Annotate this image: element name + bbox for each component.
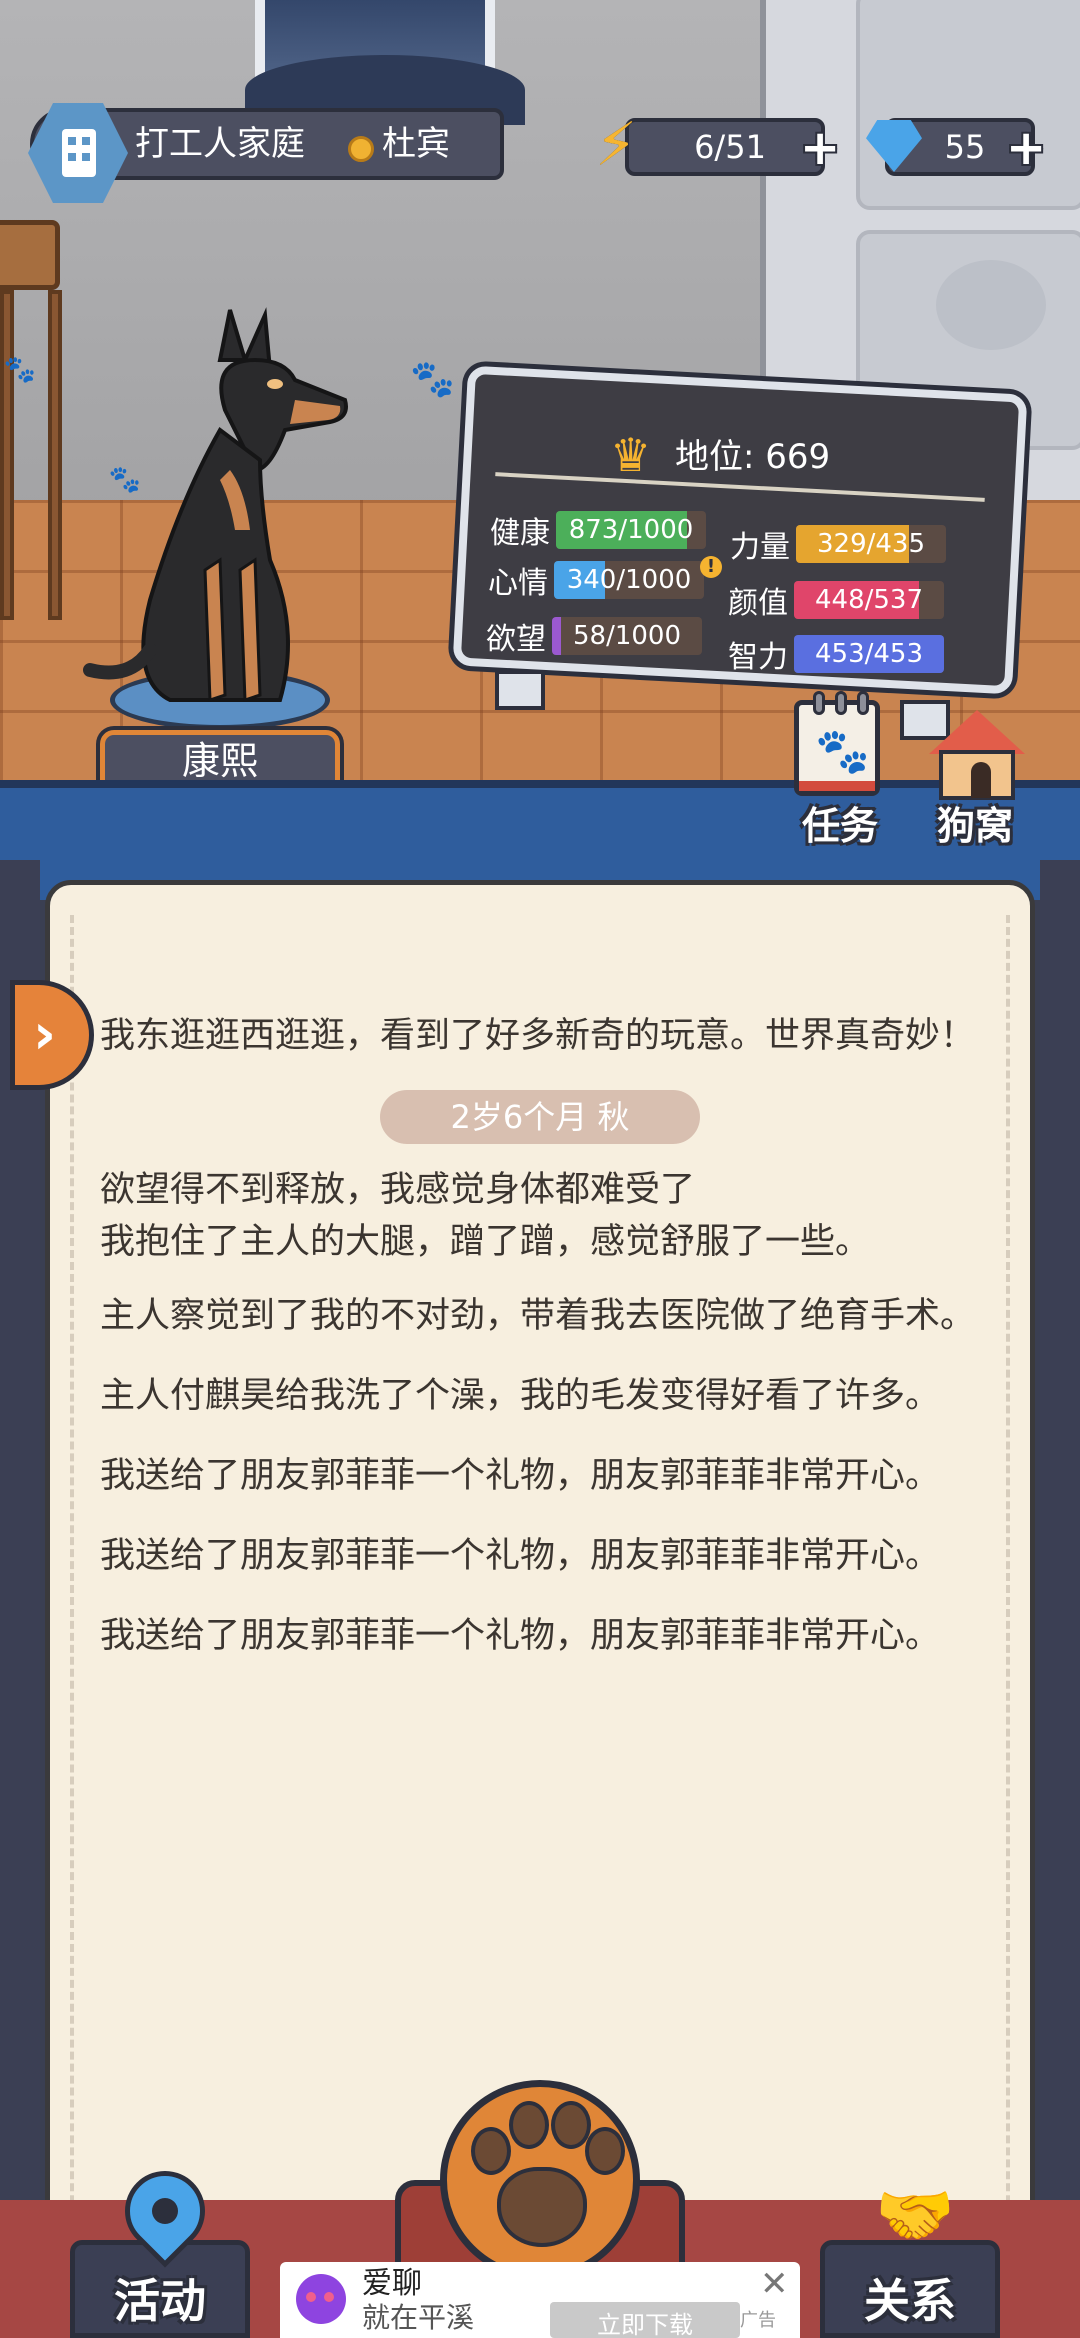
stat-value: 58/1000 [572,621,681,651]
handshake-icon: 🤝 [875,2179,955,2253]
stat-health: 健康 873/1000 [490,508,706,552]
stat-bar: 340/1000 [554,561,704,599]
stat-value: 453/453 [814,639,923,669]
chevron-right-icon: › [33,1002,57,1067]
stat-value: 329/435 [816,529,925,559]
add-energy-button[interactable]: + [800,124,840,172]
stat-value: 448/537 [814,585,923,615]
stat-label: 欲望 [486,622,546,657]
gem-value: 55 [944,128,986,166]
stat-bar: 329/435 [796,525,946,563]
diary-entries: 我东逛逛西逛逛，看到了好多新奇的玩意。世界真奇妙！ 2岁6个月 秋 欲望得不到释… [100,1010,980,1690]
age-badge: 2岁6个月 秋 [380,1090,700,1144]
ad-subtitle: 就在平溪 [362,2301,475,2334]
task-button[interactable]: 🐾 任务 [780,691,900,850]
stat-desire: 欲望 58/1000 [486,614,702,658]
nav-activity[interactable]: 活动 [70,2154,250,2338]
paw-icon [471,2127,511,2175]
diary-entry: 主人察觉到了我的不对劲，带着我去医院做了绝育手术。 [100,1296,976,1336]
stat-strength: 力量 329/435 [730,522,946,566]
close-icon[interactable]: ✕ [760,2266,789,2302]
dog-illustration[interactable] [70,300,350,730]
stat-value: 340/1000 [566,565,692,595]
nav-relation[interactable]: 🤝 关系 [820,2181,1000,2338]
board-leg [495,670,545,710]
diary-entry: 欲望得不到释放，我感觉身体都难受了 我抱住了主人的大腿，蹭了蹭，感觉舒服了一些。 [100,1170,871,1262]
diary-entry: 我东逛逛西逛逛，看到了好多新奇的玩意。世界真奇妙！ [100,1016,976,1056]
ad-download-button[interactable]: 立即下载 [550,2302,740,2338]
family-name: 打工人家庭 [135,124,305,164]
stat-label: 力量 [730,530,790,565]
paw-print-icon: 🐾 [410,359,455,400]
kennel-button[interactable]: 狗窝 [915,700,1035,850]
task-calendar-icon: 🐾 [794,691,880,796]
warning-icon: ! [700,556,722,578]
ad-tag: 广告 [740,2310,776,2331]
kennel-label: 狗窝 [936,804,1013,848]
diary-entry: 我送给了朋友郭菲菲一个礼物，朋友郭菲菲非常开心。 [100,1616,941,1656]
stat-bar: 453/453 [794,635,944,673]
stool [0,220,70,620]
paw-action-button[interactable] [440,2080,640,2280]
stat-looks: 颜值 448/537 [728,578,944,622]
stat-label: 智力 [728,640,788,675]
add-gems-button[interactable]: + [1006,124,1046,172]
stat-bar: 448/537 [794,581,944,619]
energy-value: 6/51 [694,128,766,166]
status-label: 地位: 669 [675,437,831,477]
paw-toe [585,2127,625,2175]
stat-bar: 873/1000 [556,511,706,549]
ad-app-logo [296,2274,346,2324]
stat-label: 颜值 [728,586,788,621]
crown-icon: ♛ [610,428,652,482]
task-label: 任务 [801,804,878,848]
stat-bar: 58/1000 [552,617,702,655]
right-frame [1040,860,1080,2260]
diary-entry: 主人付麒昊给我洗了个澡，我的毛发变得好看了许多。 [100,1376,941,1416]
diary-entry: 我送给了朋友郭菲菲一个礼物，朋友郭菲菲非常开心。 [100,1456,941,1496]
stat-value: 873/1000 [568,515,694,545]
stat-label: 健康 [490,516,550,551]
ad-title: 爱聊 [362,2266,422,2301]
nav-relation-label: 关系 [864,2274,956,2328]
paw-toe [509,2101,549,2149]
owner-name: 杜宾 [382,124,450,164]
medal-icon [348,136,374,162]
paw-pad [497,2167,587,2247]
ad-banner[interactable]: 爱聊 就在平溪 立即下载 ✕ 广告 [280,2262,800,2338]
stat-intelligence: 智力 453/453 [728,632,944,676]
stat-label: 心情 [488,566,548,601]
paw-print-icon: 🐾 [3,355,37,385]
nav-activity-label: 活动 [114,2274,206,2328]
stat-mood: 心情 340/1000 [488,558,704,602]
diary-entry: 我送给了朋友郭菲菲一个礼物，朋友郭菲菲非常开心。 [100,1536,941,1576]
kennel-icon [929,710,1025,800]
lightning-icon: ⚡ [595,110,638,180]
paw-toe [551,2101,591,2149]
